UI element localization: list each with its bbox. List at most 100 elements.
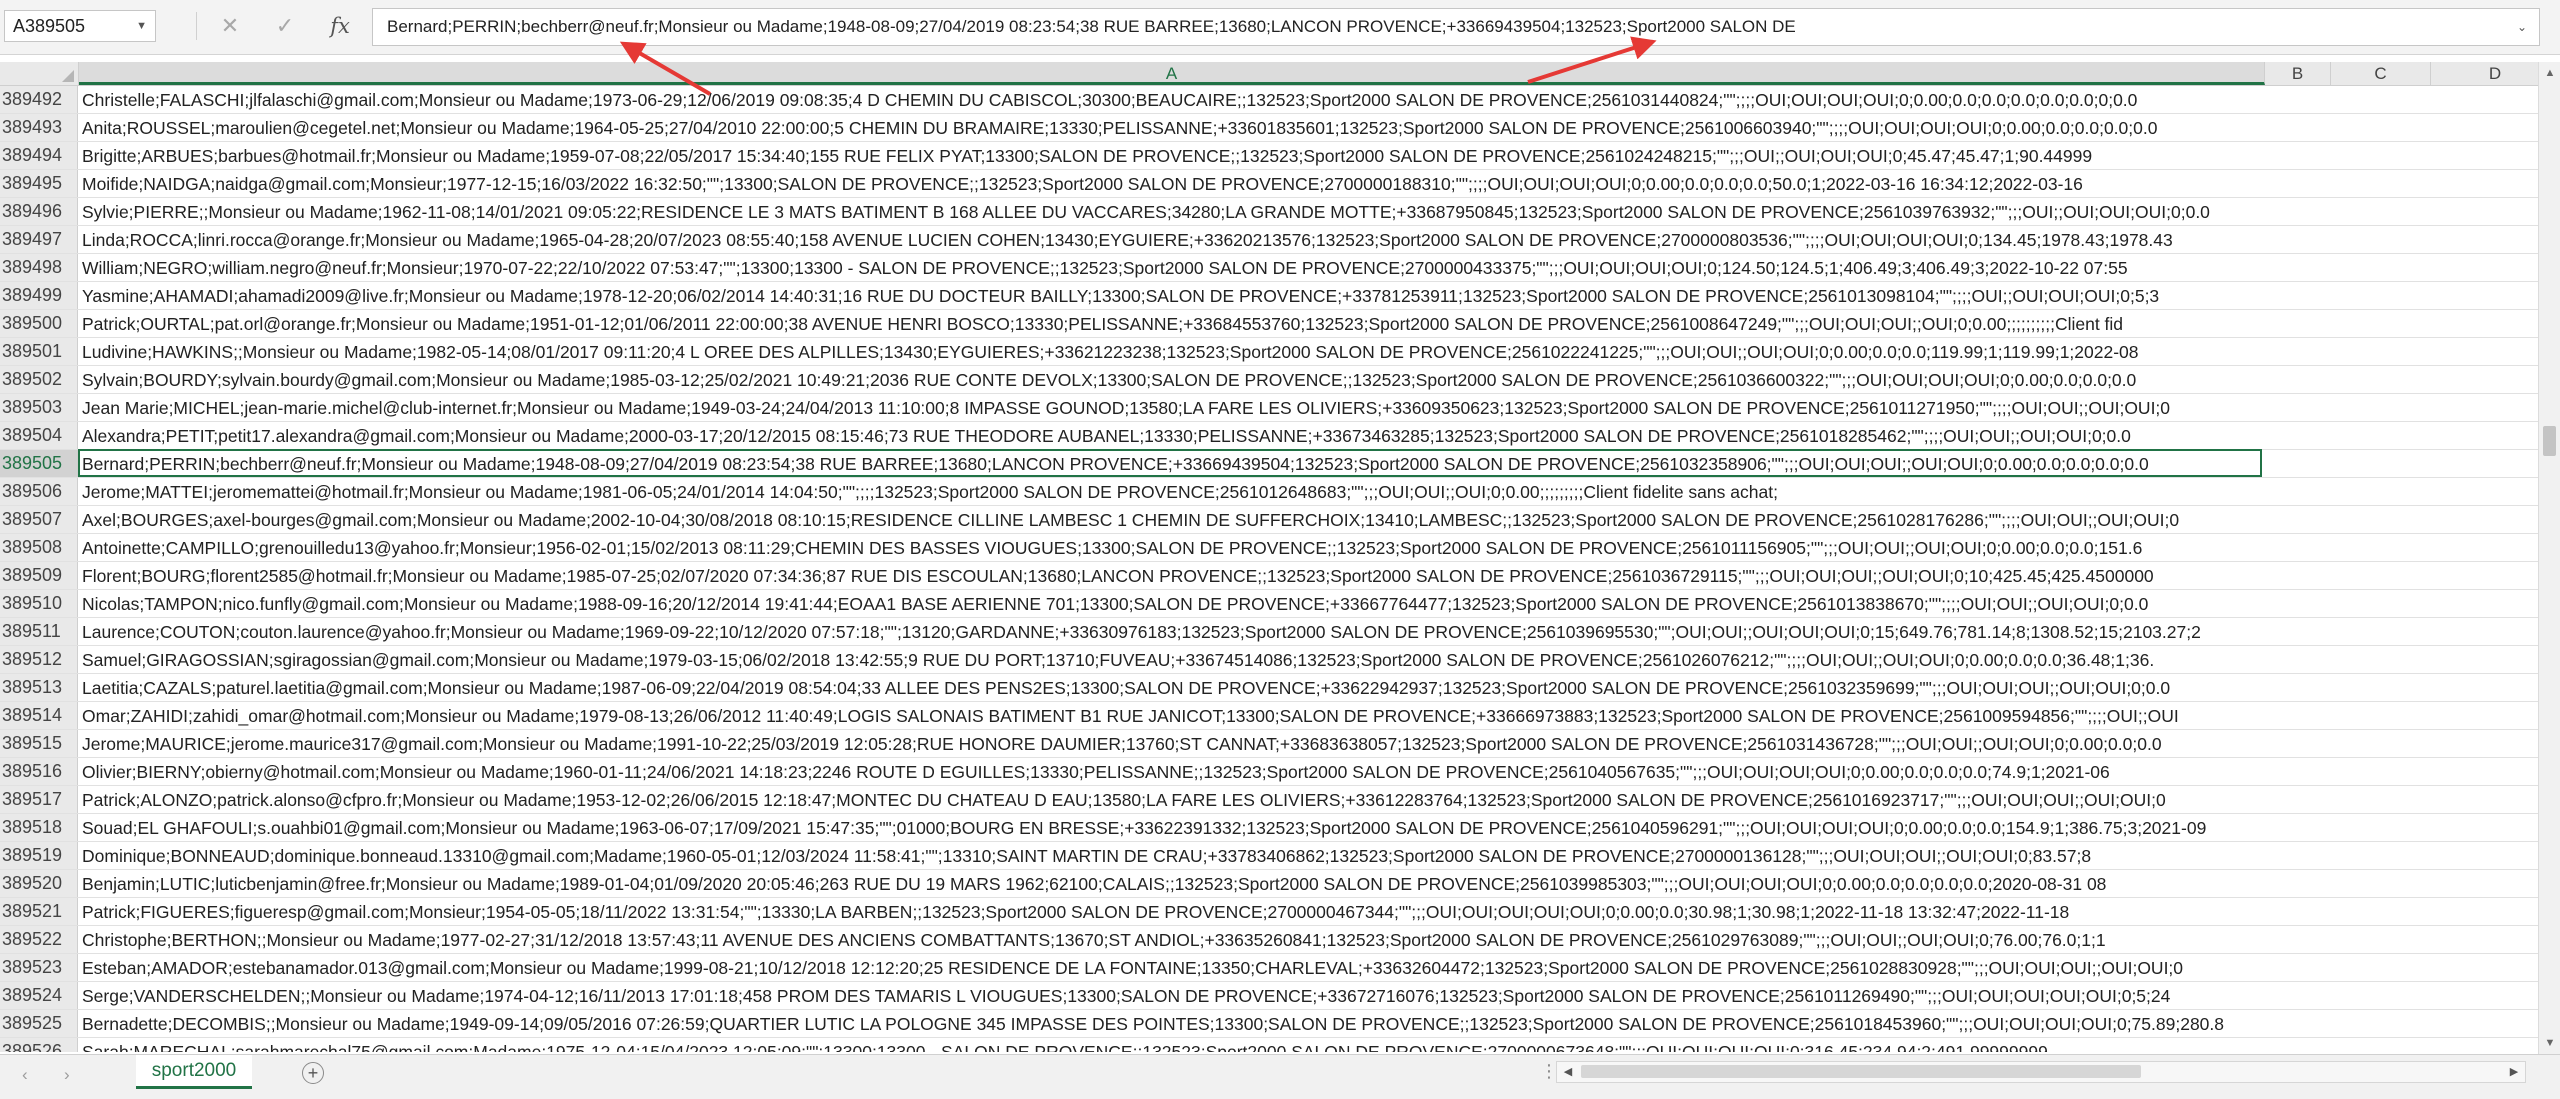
cell[interactable]: Olivier;BIERNY;obierny@hotmail.com;Monsi… <box>80 758 2538 785</box>
column-header-b[interactable]: B <box>2265 62 2331 85</box>
row-header[interactable]: 389519 <box>0 842 78 869</box>
checkmark-icon[interactable]: ✓ <box>265 10 305 42</box>
cell[interactable]: Laurence;COUTON;couton.laurence@yahoo.fr… <box>80 618 2538 645</box>
row-header[interactable]: 389511 <box>0 618 78 645</box>
row-header[interactable]: 389505 <box>0 450 78 477</box>
cell[interactable]: Yasmine;AHAMADI;ahamadi2009@live.fr;Mons… <box>80 282 2538 309</box>
row-header[interactable]: 389508 <box>0 534 78 561</box>
cell[interactable]: Axel;BOURGES;axel-bourges@gmail.com;Mons… <box>80 506 2538 533</box>
table-row: 389504 Alexandra;PETIT;petit17.alexandra@… <box>0 422 2538 450</box>
cell[interactable]: Brigitte;ARBUES;barbues@hotmail.fr;Monsi… <box>80 142 2538 169</box>
row-header[interactable]: 389503 <box>0 394 78 421</box>
cell[interactable]: Jerome;MATTEI;jeromemattei@hotmail.fr;Mo… <box>80 478 2538 505</box>
cell[interactable]: Sylvie;PIERRE;;Monsieur ou Madame;1962-1… <box>80 198 2538 225</box>
row-header[interactable]: 389523 <box>0 954 78 981</box>
row-header[interactable]: 389493 <box>0 114 78 141</box>
row-header[interactable]: 389499 <box>0 282 78 309</box>
row-header[interactable]: 389522 <box>0 926 78 953</box>
insert-function-button[interactable]: fx <box>320 10 360 42</box>
horizontal-scroll-thumb[interactable] <box>1581 1065 2141 1078</box>
table-row: 389493 Anita;ROUSSEL;maroulien@cegetel.ne… <box>0 114 2538 142</box>
row-header[interactable]: 389495 <box>0 170 78 197</box>
cell[interactable]: Omar;ZAHIDI;zahidi_omar@hotmail.com;Mons… <box>80 702 2538 729</box>
row-header[interactable]: 389500 <box>0 310 78 337</box>
cell[interactable]: Jean Marie;MICHEL;jean-marie.michel@club… <box>80 394 2538 421</box>
row-header[interactable]: 389498 <box>0 254 78 281</box>
row-header[interactable]: 389514 <box>0 702 78 729</box>
cell[interactable]: Sylvain;BOURDY;sylvain.bourdy@gmail.com;… <box>80 366 2538 393</box>
cell[interactable]: Dominique;BONNEAUD;dominique.bonneaud.13… <box>80 842 2538 869</box>
chevron-down-icon[interactable]: ⌄ <box>2517 9 2527 45</box>
plus-circle-icon[interactable]: + <box>302 1062 324 1084</box>
cell[interactable]: Patrick;OURTAL;pat.orl@orange.fr;Monsieu… <box>80 310 2538 337</box>
row-header[interactable]: 389520 <box>0 870 78 897</box>
cell[interactable]: Linda;ROCCA;linri.rocca@orange.fr;Monsie… <box>80 226 2538 253</box>
cell[interactable]: William;NEGRO;william.negro@neuf.fr;Mons… <box>80 254 2538 281</box>
cell[interactable]: Ludivine;HAWKINS;;Monsieur ou Madame;198… <box>80 338 2538 365</box>
cell[interactable]: Moifide;NAIDGA;naidga@gmail.com;Monsieur… <box>80 170 2538 197</box>
cell[interactable]: Esteban;AMADOR;estebanamador.013@gmail.c… <box>80 954 2538 981</box>
row-header[interactable]: 389492 <box>0 86 78 113</box>
row-header[interactable]: 389502 <box>0 366 78 393</box>
cell[interactable]: Jerome;MAURICE;jerome.maurice317@gmail.c… <box>80 730 2538 757</box>
scroll-down-icon[interactable]: ▼ <box>2539 1032 2560 1054</box>
row-header[interactable]: 389497 <box>0 226 78 253</box>
close-icon[interactable]: ✕ <box>210 10 250 42</box>
name-box[interactable]: A389505 ▼ <box>4 10 156 42</box>
row-header[interactable]: 389509 <box>0 562 78 589</box>
row-header[interactable]: 389518 <box>0 814 78 841</box>
cell[interactable]: Alexandra;PETIT;petit17.alexandra@gmail.… <box>80 422 2538 449</box>
cell[interactable]: Serge;VANDERSCHELDEN;;Monsieur ou Madame… <box>80 982 2538 1009</box>
row-header[interactable]: 389516 <box>0 758 78 785</box>
column-headers: A B C D <box>79 62 2560 86</box>
formula-input[interactable]: Bernard;PERRIN;bechberr@neuf.fr;Monsieur… <box>372 8 2540 46</box>
vertical-scrollbar[interactable]: ▲ ▼ <box>2538 62 2560 1054</box>
cell[interactable]: Samuel;GIRAGOSSIAN;sgiragossian@gmail.co… <box>80 646 2538 673</box>
scroll-up-icon[interactable]: ▲ <box>2539 62 2560 84</box>
chevron-left-icon[interactable]: ‹ <box>22 1065 28 1085</box>
select-all-corner[interactable] <box>0 62 79 86</box>
cell[interactable]: Patrick;FIGUERES;figueresp@gmail.com;Mon… <box>80 898 2538 925</box>
row-header[interactable]: 389524 <box>0 982 78 1009</box>
row-header[interactable]: 389526 <box>0 1038 78 1052</box>
row-header[interactable]: 389496 <box>0 198 78 225</box>
scroll-left-icon[interactable]: ◀ <box>1557 1062 1579 1082</box>
table-row: 389499 Yasmine;AHAMADI;ahamadi2009@live.f… <box>0 282 2538 310</box>
table-row: 389519 Dominique;BONNEAUD;dominique.bonne… <box>0 842 2538 870</box>
row-header[interactable]: 389525 <box>0 1010 78 1037</box>
row-header[interactable]: 389510 <box>0 590 78 617</box>
formula-input-value: Bernard;PERRIN;bechberr@neuf.fr;Monsieur… <box>387 17 1796 36</box>
cell[interactable]: Antoinette;CAMPILLO;grenouilledu13@yahoo… <box>80 534 2538 561</box>
cell[interactable]: Souad;EL GHAFOULI;s.ouahbi01@gmail.com;M… <box>80 814 2538 841</box>
cell[interactable]: Bernadette;DECOMBIS;;Monsieur ou Madame;… <box>80 1010 2538 1037</box>
row-header[interactable]: 389521 <box>0 898 78 925</box>
row-header[interactable]: 389504 <box>0 422 78 449</box>
vertical-scroll-thumb[interactable] <box>2543 426 2556 456</box>
active-cell[interactable]: Bernard;PERRIN;bechberr@neuf.fr;Monsieur… <box>80 450 2538 477</box>
cell[interactable]: Anita;ROUSSEL;maroulien@cegetel.net;Mons… <box>80 114 2538 141</box>
cell[interactable]: Benjamin;LUTIC;luticbenjamin@free.fr;Mon… <box>80 870 2538 897</box>
row-header[interactable]: 389506 <box>0 478 78 505</box>
cell[interactable]: Sarah;MARECHAL;sarahmarechal75@gmail.com… <box>80 1038 2538 1052</box>
scroll-right-icon[interactable]: ▶ <box>2503 1062 2525 1082</box>
chevron-right-icon[interactable]: › <box>64 1065 70 1085</box>
cell[interactable]: Laetitia;CAZALS;paturel.laetitia@gmail.c… <box>80 674 2538 701</box>
cell[interactable]: Nicolas;TAMPON;nico.funfly@gmail.com;Mon… <box>80 590 2538 617</box>
row-header[interactable]: 389494 <box>0 142 78 169</box>
row-header[interactable]: 389515 <box>0 730 78 757</box>
cell[interactable]: Christelle;FALASCHI;jlfalaschi@gmail.com… <box>80 86 2538 113</box>
sheet-tab[interactable]: sport2000 <box>136 1055 252 1089</box>
cell[interactable]: Florent;BOURG;florent2585@hotmail.fr;Mon… <box>80 562 2538 589</box>
row-header[interactable]: 389517 <box>0 786 78 813</box>
row-header[interactable]: 389501 <box>0 338 78 365</box>
cell[interactable]: Christophe;BERTHON;;Monsieur ou Madame;1… <box>80 926 2538 953</box>
chevron-down-icon[interactable]: ▼ <box>136 11 147 41</box>
table-row: 389506 Jerome;MATTEI;jeromemattei@hotmail… <box>0 478 2538 506</box>
cell[interactable]: Patrick;ALONZO;patrick.alonso@cfpro.fr;M… <box>80 786 2538 813</box>
column-header-c[interactable]: C <box>2331 62 2431 85</box>
row-header[interactable]: 389512 <box>0 646 78 673</box>
row-header[interactable]: 389507 <box>0 506 78 533</box>
column-header-a[interactable]: A <box>79 62 2265 85</box>
row-header[interactable]: 389513 <box>0 674 78 701</box>
horizontal-scrollbar[interactable]: ◀ ▶ <box>1556 1061 2526 1083</box>
